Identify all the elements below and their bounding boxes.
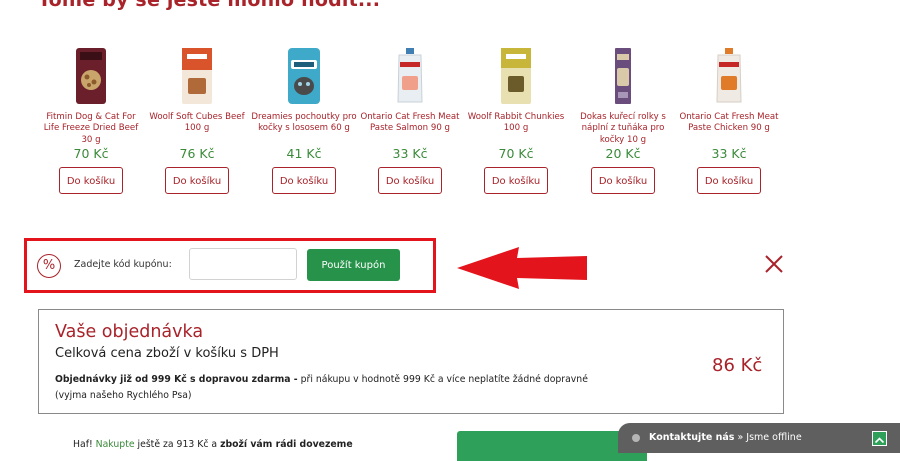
product-name[interactable]: Ontario Cat Fresh Meat Paste Salmon 90 g bbox=[357, 112, 463, 146]
product-bag-icon bbox=[182, 48, 212, 104]
product-card: Ontario Cat Fresh Meat Paste Salmon 90 g… bbox=[357, 44, 463, 194]
product-bag-icon bbox=[288, 48, 320, 104]
apply-coupon-button[interactable]: Použít kupón bbox=[307, 249, 400, 281]
product-name[interactable]: Woolf Rabbit Chunkies 100 g bbox=[463, 112, 569, 146]
product-price: 20 Kč bbox=[605, 146, 641, 161]
product-card: Woolf Rabbit Chunkies 100 g 70 Kč Do koš… bbox=[463, 44, 569, 194]
page-heading: Tohle by se ještě mohlo hodit... bbox=[38, 0, 381, 11]
offline-status-icon bbox=[632, 434, 640, 442]
chat-status: Jsme offline bbox=[746, 432, 802, 443]
add-to-cart-button[interactable]: Do košíku bbox=[697, 167, 761, 194]
product-image[interactable] bbox=[676, 44, 782, 108]
product-pouch-icon bbox=[397, 48, 423, 103]
order-title: Vaše objednávka bbox=[55, 322, 204, 342]
hint-bold: zboží vám rádi dovezeme bbox=[220, 439, 353, 450]
product-name[interactable]: Fitmin Dog & Cat For Life Freeze Dried B… bbox=[38, 112, 144, 146]
product-card: Dreamies pochoutky pro kočky s lososem 6… bbox=[251, 44, 357, 194]
product-name[interactable]: Dreamies pochoutky pro kočky s lososem 6… bbox=[251, 112, 357, 146]
percent-icon: % bbox=[37, 254, 61, 278]
product-name[interactable]: Dokas kuřecí rolky s náplní z tuňáka pro… bbox=[570, 112, 676, 146]
add-to-cart-button[interactable]: Do košíku bbox=[165, 167, 229, 194]
coupon-label: Zadejte kód kupónu: bbox=[74, 259, 172, 270]
product-image[interactable] bbox=[144, 44, 250, 108]
chat-text: Kontaktujte nás » Jsme offline bbox=[649, 432, 802, 443]
add-to-cart-button[interactable]: Do košíku bbox=[591, 167, 655, 194]
product-image[interactable] bbox=[570, 44, 676, 108]
arrow-left-icon bbox=[457, 247, 587, 289]
free-shipping-exception: (vyjma našeho Rychlého Psa) bbox=[55, 390, 192, 401]
product-bag-icon bbox=[76, 48, 106, 104]
add-to-cart-button[interactable]: Do košíku bbox=[378, 167, 442, 194]
hint-prefix: Haf! bbox=[73, 439, 96, 450]
product-card: Fitmin Dog & Cat For Life Freeze Dried B… bbox=[38, 44, 144, 194]
product-price: 76 Kč bbox=[179, 146, 215, 161]
order-total: 86 Kč bbox=[712, 355, 763, 376]
product-card: Woolf Soft Cubes Beef 100 g 76 Kč Do koš… bbox=[144, 44, 250, 194]
product-price: 33 Kč bbox=[392, 146, 428, 161]
chevron-up-icon[interactable] bbox=[872, 431, 887, 446]
close-icon[interactable] bbox=[764, 254, 784, 274]
order-subtitle: Celková cena zboží v košíku s DPH bbox=[55, 346, 279, 361]
chat-widget[interactable]: Kontaktujte nás » Jsme offline bbox=[618, 423, 900, 453]
product-image[interactable] bbox=[357, 44, 463, 108]
free-shipping-note: Objednávky již od 999 Kč s dopravou zdar… bbox=[55, 372, 655, 404]
product-bag-icon bbox=[501, 48, 531, 104]
chat-title: Kontaktujte nás bbox=[649, 432, 735, 443]
product-price: 41 Kč bbox=[286, 146, 322, 161]
product-pack-icon bbox=[615, 48, 631, 104]
coupon-code-input[interactable] bbox=[189, 248, 297, 280]
product-image[interactable] bbox=[38, 44, 144, 108]
product-price: 70 Kč bbox=[73, 146, 109, 161]
add-to-cart-button[interactable]: Do košíku bbox=[484, 167, 548, 194]
order-summary: Vaše objednávka Celková cena zboží v koš… bbox=[38, 309, 784, 414]
shipping-hint: Haf! Nakupte ještě za 913 Kč a zboží vám… bbox=[73, 439, 353, 450]
shop-more-link[interactable]: Nakupte bbox=[96, 439, 135, 450]
product-image[interactable] bbox=[251, 44, 357, 108]
product-price: 33 Kč bbox=[711, 146, 747, 161]
product-price: 70 Kč bbox=[498, 146, 534, 161]
hint-middle: ještě za 913 Kč a bbox=[134, 439, 221, 450]
free-shipping-bold: Objednávky již od 999 Kč s dopravou zdar… bbox=[55, 374, 298, 385]
chat-separator: » bbox=[734, 432, 747, 443]
free-shipping-text: při nákupu v hodnotě 999 Kč a více nepla… bbox=[297, 374, 588, 385]
product-card: Ontario Cat Fresh Meat Paste Chicken 90 … bbox=[676, 44, 782, 194]
product-name[interactable]: Woolf Soft Cubes Beef 100 g bbox=[144, 112, 250, 146]
add-to-cart-button[interactable]: Do košíku bbox=[59, 167, 123, 194]
product-card: Dokas kuřecí rolky s náplní z tuňáka pro… bbox=[570, 44, 676, 194]
product-name[interactable]: Ontario Cat Fresh Meat Paste Chicken 90 … bbox=[676, 112, 782, 146]
product-pouch-icon bbox=[716, 48, 742, 103]
add-to-cart-button[interactable]: Do košíku bbox=[272, 167, 336, 194]
product-image[interactable] bbox=[463, 44, 569, 108]
